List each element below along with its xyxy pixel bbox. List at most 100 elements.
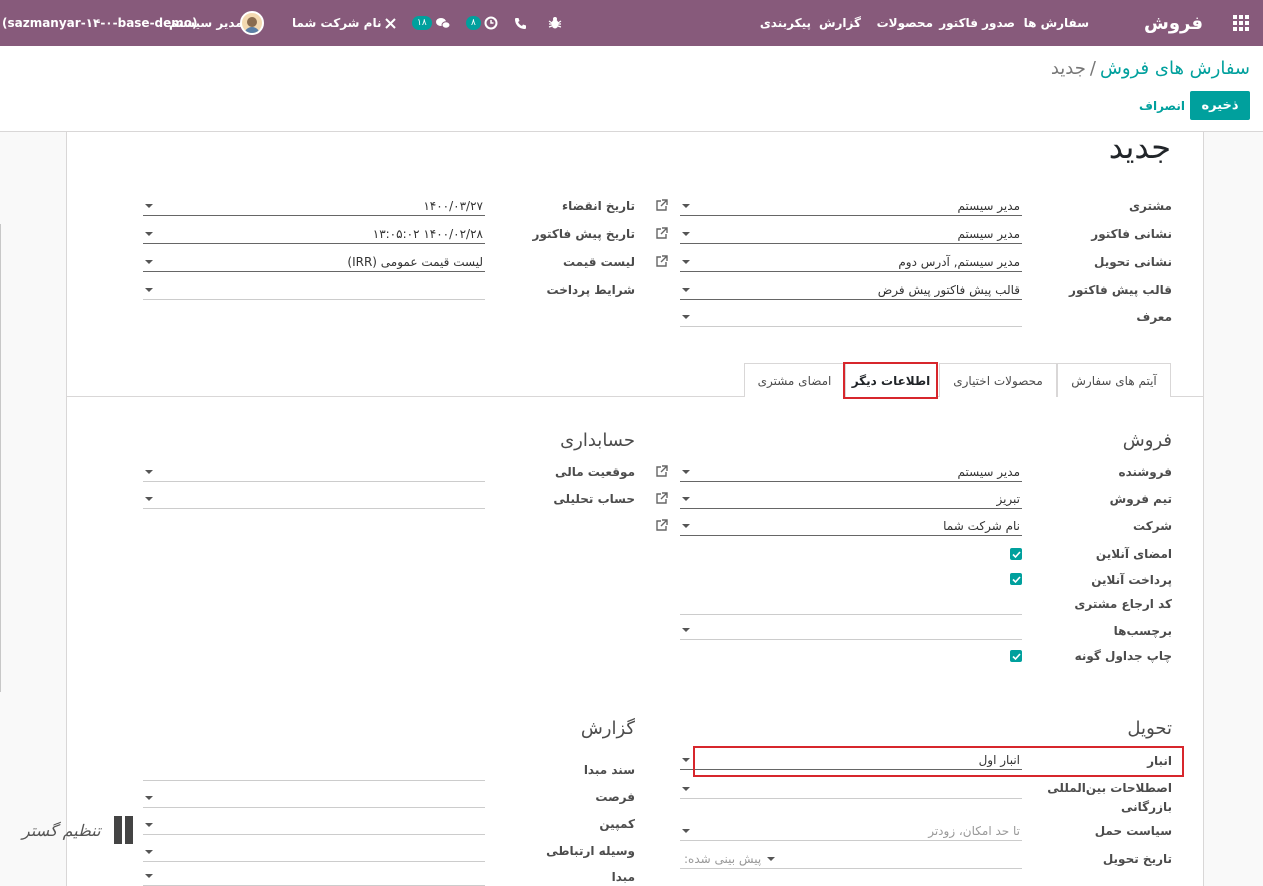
apps-menu-icon[interactable] (1233, 0, 1249, 46)
invoice-address-field[interactable]: مدیر سیستم (680, 224, 1022, 244)
expiration-field[interactable]: ۱۴۰۰/۰۳/۲۷ (143, 196, 485, 216)
incoterm-label-line1: اصطلاحات بین‌المللی (1047, 781, 1172, 795)
source-document-label: سند مبدا (583, 763, 635, 777)
quotation-date-label: تاریخ پیش فاکتور (532, 227, 635, 241)
referrer-label: معرف (1136, 310, 1172, 324)
activities-badge: ۸ (466, 16, 481, 30)
dropdown-caret-icon (145, 849, 153, 854)
external-link-icon[interactable] (655, 227, 669, 241)
messages-menu[interactable]: ۱۸ (412, 0, 451, 46)
quotation-date-field[interactable]: ۱۴۰۰/۰۲/۲۸ ۱۳:۰۵:۰۲ (143, 224, 485, 244)
tags-field[interactable] (680, 620, 1022, 640)
tab-optional-products[interactable]: محصولات اختیاری (939, 363, 1057, 397)
fiscal-position-label: موقعیت مالی (555, 465, 635, 479)
campaign-field[interactable] (143, 815, 485, 835)
dropdown-caret-icon (682, 259, 690, 264)
menu-reporting[interactable]: گزارش (819, 16, 861, 30)
top-navbar: فروش سفارش ها صدور فاکتور محصولات گزارش … (0, 0, 1263, 46)
source-document-field[interactable] (143, 761, 485, 781)
analytic-account-field[interactable] (143, 489, 485, 509)
online-payment-checkbox[interactable] (1010, 573, 1022, 585)
dropdown-caret-icon (145, 873, 153, 878)
shipping-policy-field[interactable]: تا حد امکان، زودتر (680, 821, 1022, 841)
campaign-label: کمپین (599, 817, 635, 831)
company-label: شرکت (1133, 519, 1172, 533)
clock-icon (484, 16, 498, 30)
quotation-template-field[interactable]: قالب پیش فاکتور پیش فرض (680, 280, 1022, 300)
discard-button[interactable]: انصراف (1139, 91, 1185, 120)
print-variants-label: چاپ جداول گونه (1074, 649, 1172, 663)
delivery-date-field[interactable]: پیش بینی شده: (680, 849, 1022, 869)
delivery-date-placeholder: پیش بینی شده: (684, 851, 762, 866)
page-title: جدید (1108, 128, 1171, 166)
external-link-icon[interactable] (655, 492, 669, 506)
dropdown-caret-icon (682, 757, 690, 762)
menu-invoicing[interactable]: صدور فاکتور (939, 16, 1015, 30)
incoterm-field[interactable] (680, 779, 1022, 799)
sales-team-field[interactable]: تبریز (680, 489, 1022, 509)
delivery-address-field[interactable]: مدیر سیستم, آدرس دوم (680, 252, 1022, 272)
customer-reference-label: کد ارجاع مشتری (1074, 597, 1172, 611)
dropdown-caret-icon (767, 856, 776, 861)
activities-menu[interactable]: ۸ (466, 0, 498, 46)
save-button[interactable]: ذخیره (1190, 91, 1250, 120)
highlight-box (843, 362, 938, 399)
watermark-logo: تنظیم گستر (22, 816, 133, 844)
salesperson-label: فروشنده (1118, 465, 1173, 479)
app-name[interactable]: فروش (1144, 13, 1203, 34)
medium-field[interactable] (143, 842, 485, 862)
salesperson-field[interactable]: مدیر سیستم (680, 462, 1022, 482)
print-variants-checkbox[interactable] (1010, 650, 1022, 662)
database-name: (sazmanyar-۱۴-۰-base-demo) (2, 16, 198, 30)
payment-terms-field[interactable] (143, 280, 485, 300)
dropdown-caret-icon (145, 203, 153, 208)
tags-label: برچسب‌ها (1113, 624, 1172, 638)
menu-products[interactable]: محصولات (877, 16, 933, 30)
pricelist-label: لیست قیمت (563, 255, 635, 269)
phone-icon[interactable] (514, 0, 527, 46)
external-link-icon[interactable] (655, 519, 669, 533)
highlight-box (693, 746, 1184, 777)
watermark-text: تنظیم گستر (22, 820, 101, 840)
source-field[interactable] (143, 866, 485, 886)
opportunity-field[interactable] (143, 788, 485, 808)
opportunity-label: فرصت (595, 790, 635, 804)
tab-customer-signature[interactable]: امضای مشتری (744, 363, 845, 397)
close-tools-icon[interactable] (384, 0, 397, 46)
external-link-icon[interactable] (655, 255, 669, 269)
breadcrumb-sale-orders[interactable]: سفارش های فروش (1100, 58, 1250, 79)
customer-reference-field[interactable] (680, 595, 1022, 615)
source-label: مبدا (611, 870, 635, 884)
chat-icon (435, 18, 451, 29)
payment-terms-label: شرایط پرداخت (546, 283, 635, 297)
external-link-icon[interactable] (655, 465, 669, 479)
breadcrumb-current: جدید (1050, 58, 1086, 79)
tab-order-lines[interactable]: آیتم های سفارش (1057, 363, 1171, 397)
debug-icon[interactable] (548, 0, 562, 46)
dropdown-caret-icon (682, 523, 690, 528)
dropdown-caret-icon (145, 496, 153, 501)
accounting-section-title: حسابداری (560, 430, 635, 451)
external-link-icon[interactable] (655, 199, 669, 213)
dropdown-caret-icon (682, 287, 690, 292)
pricelist-field[interactable]: لیست قیمت عمومی (IRR) (143, 252, 485, 272)
online-signature-label: امضای آنلاین (1095, 547, 1172, 561)
breadcrumb: سفارش های فروش/جدید (1051, 58, 1250, 79)
dropdown-caret-icon (682, 203, 690, 208)
company-field[interactable]: نام شرکت شما (680, 516, 1022, 536)
referrer-field[interactable] (680, 307, 1022, 327)
analytic-account-label: حساب تحلیلی (553, 492, 635, 506)
delivery-address-label: نشانی تحویل (1094, 255, 1172, 269)
avatar[interactable] (240, 0, 264, 46)
dropdown-caret-icon (145, 259, 153, 264)
dropdown-caret-icon (145, 231, 153, 236)
company-switcher[interactable]: نام شرکت شما (292, 16, 381, 30)
online-signature-checkbox[interactable] (1010, 548, 1022, 560)
customer-field[interactable]: مدیر سیستم (680, 196, 1022, 216)
menu-configuration[interactable]: پیکربندی (760, 16, 811, 30)
fiscal-position-field[interactable] (143, 462, 485, 482)
sales-team-label: تیم فروش (1109, 492, 1172, 506)
menu-orders[interactable]: سفارش ها (1024, 16, 1089, 30)
delivery-section-title: تحویل (1127, 718, 1172, 739)
left-divider (0, 224, 1, 692)
